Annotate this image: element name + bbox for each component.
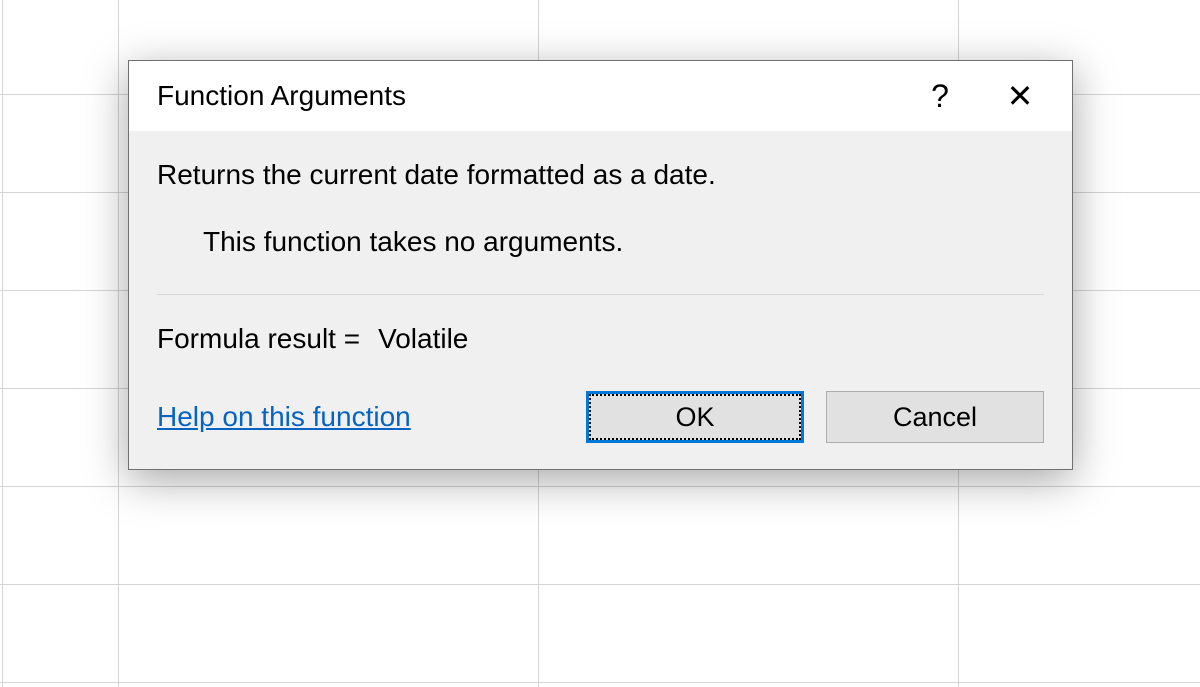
ok-button[interactable]: OK [586,391,804,443]
formula-result-row: Formula result = Volatile [157,323,1044,355]
help-button[interactable]: ? [900,61,980,131]
dialog-footer: Help on this function OK Cancel [157,391,1044,443]
function-description: Returns the current date formatted as a … [157,155,1044,194]
dialog-titlebar[interactable]: Function Arguments ? ✕ [129,61,1072,131]
no-arguments-text: This function takes no arguments. [203,226,1044,258]
divider [157,294,1044,295]
help-link[interactable]: Help on this function [157,401,564,433]
grid-row-line [0,584,1200,585]
grid-col-line [118,0,119,687]
formula-result-label: Formula result = [157,323,360,355]
grid-row-line [0,486,1200,487]
formula-result-value: Volatile [378,323,468,355]
close-button[interactable]: ✕ [980,61,1060,131]
cancel-button[interactable]: Cancel [826,391,1044,443]
cancel-button-label: Cancel [893,402,977,433]
function-arguments-dialog: Function Arguments ? ✕ Returns the curre… [128,60,1073,470]
help-icon: ? [931,78,949,115]
dialog-title: Function Arguments [157,80,900,112]
dialog-body: Returns the current date formatted as a … [129,131,1072,469]
grid-row-line [0,682,1200,683]
grid-col-line [2,0,3,687]
ok-button-label: OK [589,394,801,440]
close-icon: ✕ [1007,77,1034,115]
